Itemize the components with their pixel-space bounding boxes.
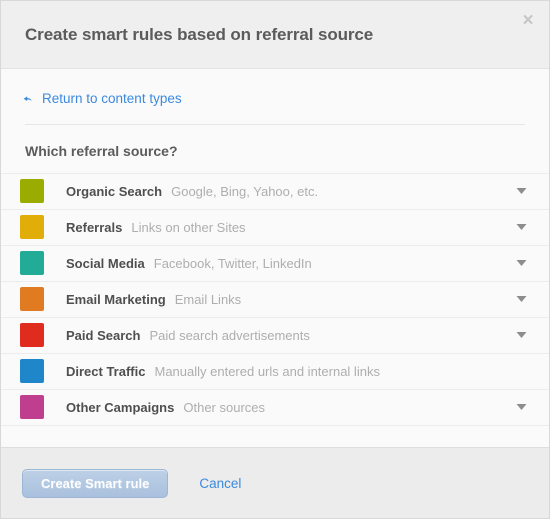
list-item-description: Facebook, Twitter, LinkedIn <box>153 255 312 271</box>
list-item-labels: Email Marketing Email Links <box>66 292 241 307</box>
list-item-description: Google, Bing, Yahoo, etc. <box>171 183 319 199</box>
modal-footer: Create Smart rule Cancel <box>1 447 549 518</box>
list-item-name: Referrals <box>66 219 123 235</box>
color-swatch <box>20 179 44 203</box>
back-link-container: Return to content types <box>1 69 549 124</box>
list-item[interactable]: Direct Traffic Manually entered urls and… <box>1 354 549 390</box>
color-swatch <box>20 359 44 383</box>
modal-header: Create smart rules based on referral sou… <box>1 1 549 69</box>
color-swatch <box>20 323 44 347</box>
color-swatch <box>20 287 44 311</box>
list-item-description: Links on other Sites <box>131 219 246 235</box>
list-item-name: Social Media <box>66 255 145 271</box>
chevron-down-icon[interactable] <box>516 332 527 339</box>
list-item-name: Direct Traffic <box>66 363 146 379</box>
chevron-down-icon[interactable] <box>516 296 527 303</box>
chevron-down-icon[interactable] <box>516 260 527 267</box>
chevron-down-icon[interactable] <box>516 188 527 195</box>
list-item-name: Email Marketing <box>66 291 166 307</box>
list-item-labels: Referrals Links on other Sites <box>66 220 246 235</box>
list-item[interactable]: Referrals Links on other Sites <box>1 210 549 246</box>
section-title: Which referral source? <box>25 142 178 159</box>
page-title: Create smart rules based on referral sou… <box>25 25 374 45</box>
list-item-name: Organic Search <box>66 183 163 199</box>
referral-source-list: Organic Search Google, Bing, Yahoo, etc.… <box>1 172 549 426</box>
list-item-labels: Paid Search Paid search advertisements <box>66 328 310 343</box>
list-item-labels: Direct Traffic Manually entered urls and… <box>66 364 380 379</box>
color-swatch <box>20 251 44 275</box>
color-swatch <box>20 215 44 239</box>
modal-body: Return to content types Which referral s… <box>1 69 549 447</box>
cancel-link[interactable]: Cancel <box>199 476 241 491</box>
list-item[interactable]: Social Media Facebook, Twitter, LinkedIn <box>1 246 549 282</box>
list-item-labels: Organic Search Google, Bing, Yahoo, etc. <box>66 184 318 199</box>
close-icon[interactable]: × <box>515 7 541 33</box>
list-item[interactable]: Paid Search Paid search advertisements <box>1 318 549 354</box>
back-arrow-icon <box>22 94 34 106</box>
chevron-down-icon[interactable] <box>516 224 527 231</box>
list-item-description: Other sources <box>183 399 266 415</box>
color-swatch <box>20 395 44 419</box>
back-link-label: Return to content types <box>42 91 182 106</box>
list-item-labels: Other Campaigns Other sources <box>66 400 265 415</box>
list-item[interactable]: Email Marketing Email Links <box>1 282 549 318</box>
list-item[interactable]: Other Campaigns Other sources <box>1 390 549 426</box>
list-item-name: Paid Search <box>66 327 141 343</box>
chevron-down-icon[interactable] <box>516 404 527 411</box>
list-item-description: Manually entered urls and internal links <box>154 363 380 379</box>
create-smart-rule-button[interactable]: Create Smart rule <box>22 468 169 498</box>
list-item-description: Paid search advertisements <box>149 327 310 343</box>
list-item[interactable]: Organic Search Google, Bing, Yahoo, etc. <box>1 174 549 210</box>
return-to-content-types-link[interactable]: Return to content types <box>22 91 182 106</box>
list-item-name: Other Campaigns <box>66 399 175 415</box>
smart-rules-modal: Create smart rules based on referral sou… <box>0 0 550 519</box>
list-item-labels: Social Media Facebook, Twitter, LinkedIn <box>66 256 312 271</box>
list-item-description: Email Links <box>174 291 242 307</box>
